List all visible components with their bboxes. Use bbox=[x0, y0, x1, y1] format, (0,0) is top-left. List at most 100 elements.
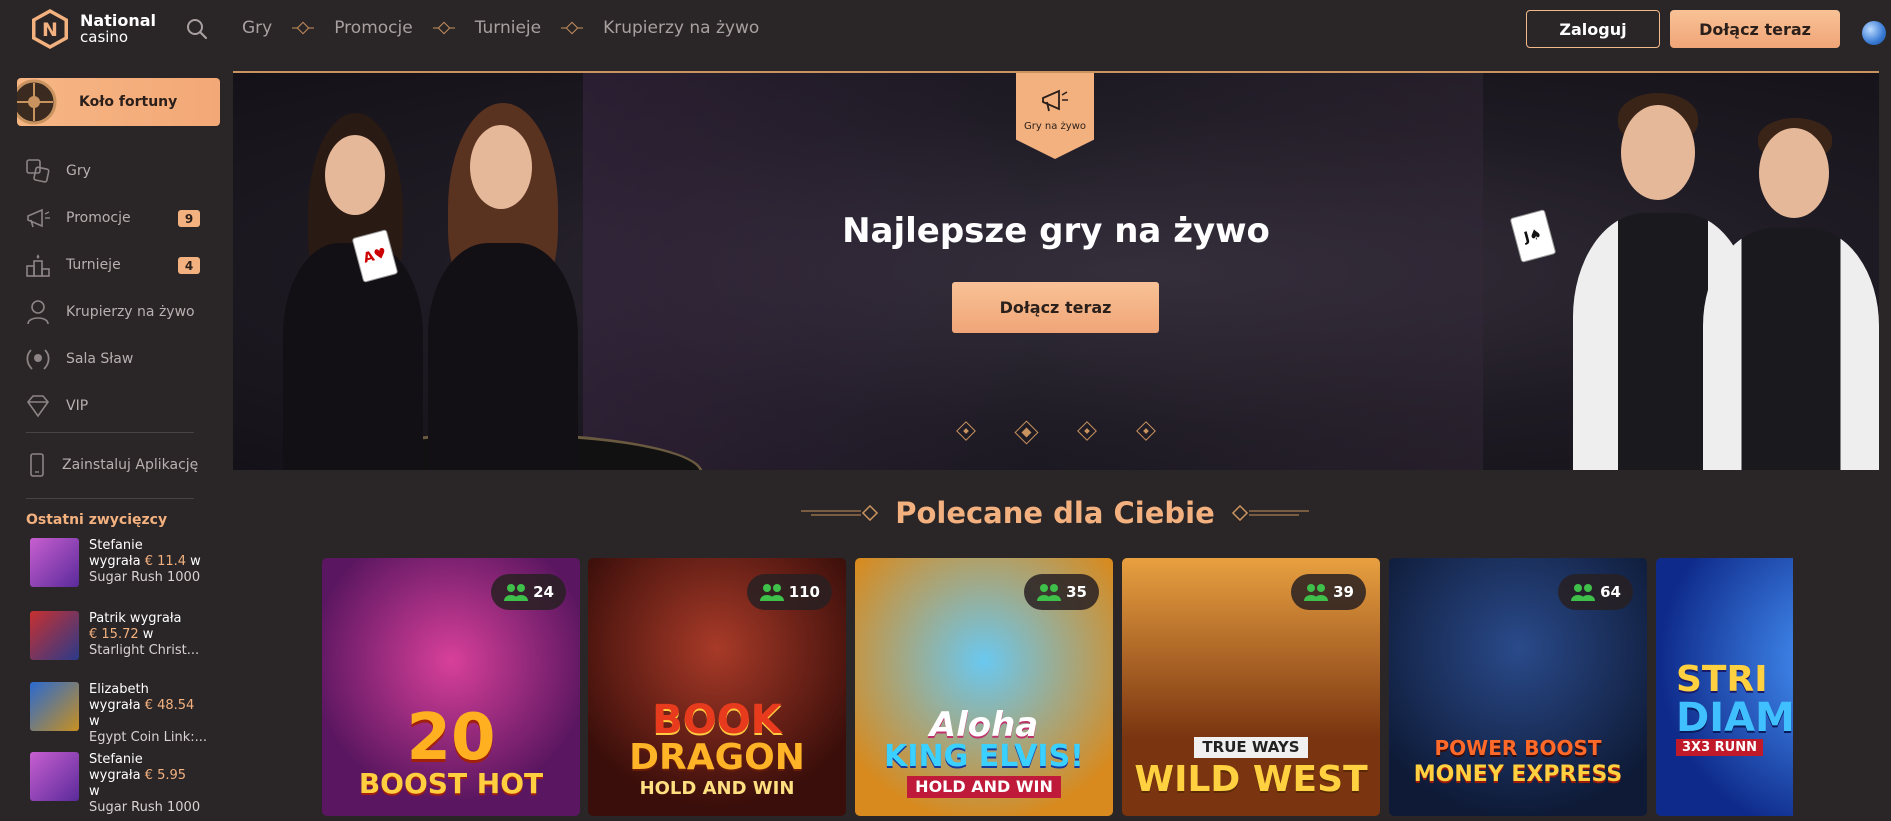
game-logo-line2: WILD WEST bbox=[1134, 759, 1368, 800]
title-ornament-right-icon bbox=[1231, 504, 1309, 522]
players-count: 64 bbox=[1558, 574, 1633, 610]
topnav-games[interactable]: Gry bbox=[242, 18, 272, 38]
sidebar-item-label: Promocje bbox=[66, 209, 131, 226]
winner-game: Sugar Rush 1000 bbox=[89, 800, 201, 815]
dealer-icon bbox=[27, 299, 49, 324]
sidebar-item-tournaments[interactable]: Turnieje 4 bbox=[24, 241, 204, 288]
game-logo: POWER BOOST MONEY EXPRESS bbox=[1389, 738, 1647, 786]
carousel-dot[interactable] bbox=[956, 421, 976, 441]
game-logo: Aloha KING ELVIS! HOLD AND WIN bbox=[855, 708, 1113, 798]
winner-game-thumbnail bbox=[30, 538, 79, 587]
players-count: 39 bbox=[1291, 574, 1366, 610]
winner-game-thumbnail bbox=[30, 752, 79, 801]
winner-in: w bbox=[89, 784, 100, 799]
game-logo: 20 BOOST HOT bbox=[322, 706, 580, 798]
live-games-badge-label: Gry na żywo bbox=[1023, 121, 1087, 132]
diamond-icon bbox=[26, 394, 50, 417]
winner-text: Stefanie wygrała € 11.4 w Sugar Rush 100… bbox=[89, 538, 201, 587]
sidebar-item-live-dealers[interactable]: Krupierzy na żywo bbox=[24, 288, 204, 335]
wheel-of-fortune-button[interactable]: Koło fortuny bbox=[17, 78, 220, 126]
carousel-dot[interactable] bbox=[1077, 421, 1097, 441]
sidebar-item-hall-of-fame[interactable]: Sala Sław bbox=[24, 335, 204, 382]
players-count-value: 24 bbox=[533, 583, 554, 601]
game-tile[interactable]: 35 Aloha KING ELVIS! HOLD AND WIN bbox=[855, 558, 1113, 816]
game-logo-line3: 3X3 RUNN bbox=[1676, 739, 1763, 756]
game-tile[interactable]: 24 20 BOOST HOT bbox=[322, 558, 580, 816]
game-logo-line2: DIAM bbox=[1676, 695, 1793, 741]
megaphone-icon bbox=[27, 208, 50, 227]
recommended-title: Polecane dla Ciebie bbox=[895, 496, 1215, 530]
game-logo-line1: POWER BOOST bbox=[1434, 736, 1602, 760]
game-logo-line2: DRAGON bbox=[629, 737, 805, 778]
game-logo-line1: TRUE WAYS bbox=[1194, 737, 1308, 758]
winner-game-thumbnail bbox=[30, 682, 79, 731]
sidebar-item-label: Krupierzy na żywo bbox=[66, 303, 195, 320]
logo-line2: casino bbox=[80, 28, 129, 46]
winner-game: Starlight Christ... bbox=[89, 643, 200, 658]
winner-in: w bbox=[138, 627, 154, 642]
logo-line1: National bbox=[80, 11, 156, 30]
players-count-value: 39 bbox=[1333, 583, 1354, 601]
players-count-value: 64 bbox=[1600, 583, 1621, 601]
login-button[interactable]: Zaloguj bbox=[1526, 10, 1660, 48]
logo-hex-icon: N bbox=[32, 9, 68, 49]
nav-separator-icon bbox=[292, 21, 315, 35]
winner-verb: wygrała bbox=[89, 554, 145, 569]
hero-join-button[interactable]: Dołącz teraz bbox=[952, 282, 1159, 333]
topnav-promotions[interactable]: Promocje bbox=[334, 18, 412, 38]
players-count: 35 bbox=[1024, 574, 1099, 610]
sidebar-item-games[interactable]: Gry bbox=[24, 147, 204, 194]
install-app-label: Zainstaluj Aplikację bbox=[62, 457, 199, 473]
players-icon bbox=[1571, 584, 1596, 601]
winner-name: Patrik wygrała bbox=[89, 611, 182, 626]
language-globe-icon[interactable] bbox=[1862, 21, 1886, 45]
carousel-dot-active[interactable] bbox=[1014, 420, 1039, 445]
game-tile[interactable]: 64 POWER BOOST MONEY EXPRESS bbox=[1389, 558, 1647, 816]
carousel-dots bbox=[956, 420, 1156, 445]
winner-game: Egypt Coin Link:... bbox=[89, 730, 208, 745]
nav-separator-icon bbox=[432, 21, 455, 35]
players-icon bbox=[504, 584, 529, 601]
winner-text: Elizabeth wygrała € 48.54 w Egypt Coin L… bbox=[89, 682, 207, 746]
brand-logo[interactable]: N National casino bbox=[28, 7, 156, 51]
winner-name: Stefanie bbox=[89, 538, 143, 553]
game-logo-line1: 20 bbox=[406, 701, 496, 775]
topnav-tournaments[interactable]: Turnieje bbox=[475, 18, 541, 38]
carousel-dot[interactable] bbox=[1136, 421, 1156, 441]
winner-amount: € 5.95 bbox=[144, 768, 187, 783]
players-count: 110 bbox=[746, 574, 832, 610]
players-count: 24 bbox=[491, 574, 566, 610]
title-ornament-left-icon bbox=[801, 504, 879, 522]
game-tile[interactable]: STRI DIAM 3X3 RUNN bbox=[1656, 558, 1793, 816]
topnav-live-dealers[interactable]: Krupierzy na żywo bbox=[603, 18, 759, 38]
winner-item[interactable]: Stefanie wygrała € 5.95 w Sugar Rush 100… bbox=[30, 752, 210, 816]
join-now-button[interactable]: Dołącz teraz bbox=[1670, 10, 1840, 48]
sidebar-item-label: VIP bbox=[66, 397, 89, 414]
winner-item[interactable]: Elizabeth wygrała € 48.54 w Egypt Coin L… bbox=[30, 682, 210, 746]
promotions-count-badge: 9 bbox=[178, 210, 200, 227]
sidebar-item-label: Sala Sław bbox=[66, 350, 134, 367]
winner-game: Sugar Rush 1000 bbox=[89, 570, 201, 585]
winner-item[interactable]: Patrik wygrała € 15.72 w Starlight Chris… bbox=[30, 611, 210, 660]
hero-banner[interactable]: A♥ J♠ Gry na żywo Najlepsze gry na żywo … bbox=[233, 71, 1879, 470]
game-tile[interactable]: 39 TRUE WAYS WILD WEST bbox=[1122, 558, 1380, 816]
winner-amount: € 15.72 bbox=[89, 627, 139, 642]
logo-text: National casino bbox=[80, 12, 156, 46]
game-logo-line2: KING ELVIS! bbox=[884, 739, 1084, 774]
search-icon[interactable] bbox=[185, 17, 209, 41]
players-count-value: 35 bbox=[1066, 583, 1087, 601]
game-tile[interactable]: 110 BOOK DRAGON HOLD AND WIN bbox=[588, 558, 846, 816]
install-app-link[interactable]: Zainstaluj Aplikację bbox=[24, 448, 198, 482]
tournaments-count-badge: 4 bbox=[178, 257, 200, 274]
top-navigation: Gry Promocje Turnieje Krupierzy na żywo bbox=[242, 18, 759, 38]
winner-item[interactable]: Stefanie wygrała € 11.4 w Sugar Rush 100… bbox=[30, 538, 210, 587]
winner-name: Elizabeth bbox=[89, 682, 149, 697]
sidebar-item-vip[interactable]: VIP bbox=[24, 382, 204, 429]
sidebar-item-promotions[interactable]: Promocje 9 bbox=[24, 194, 204, 241]
recommended-section-header: Polecane dla Ciebie bbox=[0, 496, 1891, 530]
game-logo-line3: HOLD AND WIN bbox=[907, 776, 1061, 798]
winner-verb: wygrała bbox=[89, 768, 145, 783]
game-logo: BOOK DRAGON HOLD AND WIN bbox=[588, 700, 846, 798]
winner-amount: € 48.54 bbox=[144, 698, 195, 713]
megaphone-icon bbox=[1042, 89, 1068, 112]
